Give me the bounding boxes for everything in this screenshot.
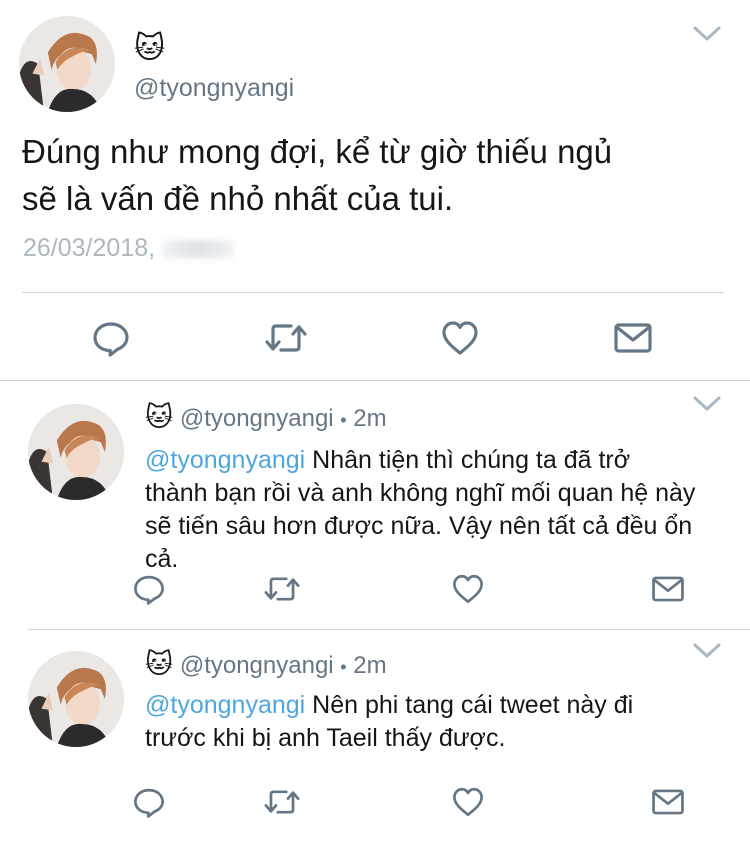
divider [28,629,750,630]
tweet-text: Đúng như mong đợi, kể từ giờ thiếu ngủ s… [22,128,612,222]
separator: • [340,657,347,677]
reply-header: 🐱 @tyongnyangi • 2m [145,404,387,433]
reply-text-line: trước khi bị anh Taeil thấy được. [145,724,506,752]
chevron-down-icon[interactable] [692,394,722,414]
like-icon [451,572,485,606]
reply-header: 🐱 @tyongnyangi • 2m [145,651,387,680]
reply-time: 2m [353,405,387,432]
message-button[interactable] [612,318,654,358]
divider [0,380,750,381]
retweet-button[interactable] [262,572,302,606]
chevron-down-icon[interactable] [692,641,722,661]
username[interactable]: @tyongnyangi [134,74,294,103]
tweet-text-line: sẽ là vấn đề nhỏ nhất của tui. [22,180,454,217]
retweet-button[interactable] [263,318,309,358]
like-button[interactable] [450,572,486,606]
reply-text-line: thành bạn rồi và anh không nghĩ mối quan… [145,479,696,507]
reply-icon [91,318,131,358]
reply-icon [132,785,166,819]
cat-emoji: 🐱 [134,31,166,66]
timestamp: 26/03/2018, [23,234,234,263]
message-button[interactable] [650,785,686,819]
retweet-button[interactable] [262,785,302,819]
mention-link[interactable]: @tyongnyangi [145,691,305,719]
reply-text-line: Nhân tiện thì chúng ta đã trở [305,446,631,474]
retweet-icon [263,785,301,819]
retweet-icon [264,318,308,358]
reply-icon [132,572,166,606]
avatar-image [28,651,124,747]
avatar[interactable] [28,651,124,747]
reply-button[interactable] [90,318,132,358]
mention-link[interactable]: @tyongnyangi [145,446,305,474]
avatar-image [28,404,124,500]
reply-text-line: cả. [145,545,179,573]
reply-text: @tyongnyangi Nhân tiện thì chúng ta đã t… [145,444,695,576]
username[interactable]: @tyongnyangi [180,652,334,679]
reply-time: 2m [353,652,387,679]
username[interactable]: @tyongnyangi [180,405,334,432]
message-button[interactable] [650,572,686,606]
message-icon [613,318,653,358]
reply-button[interactable] [131,572,167,606]
reply-text-line: sẽ tiến sâu hơn được nữa. Vậy nên tất cả… [145,512,693,540]
like-icon [440,318,480,358]
like-button[interactable] [439,318,481,358]
avatar[interactable] [19,16,115,112]
reply-text: @tyongnyangi Nên phi tang cái tweet này … [145,689,633,755]
reply-text-line: Nên phi tang cái tweet này đi [305,691,634,719]
message-icon [651,572,685,606]
separator: • [340,410,347,430]
tweet-text-line: Đúng như mong đợi, kể từ giờ thiếu ngủ [22,133,613,170]
avatar[interactable] [28,404,124,500]
like-button[interactable] [450,785,486,819]
like-icon [451,785,485,819]
reply-button[interactable] [131,785,167,819]
timestamp-date: 26/03/2018, [23,234,156,262]
retweet-icon [263,572,301,606]
cat-emoji: 🐱 [145,649,174,680]
avatar-image [19,16,115,112]
blurred-time [163,240,234,259]
message-icon [651,785,685,819]
chevron-down-icon[interactable] [692,24,722,44]
cat-emoji: 🐱 [145,402,174,433]
divider [22,292,724,293]
